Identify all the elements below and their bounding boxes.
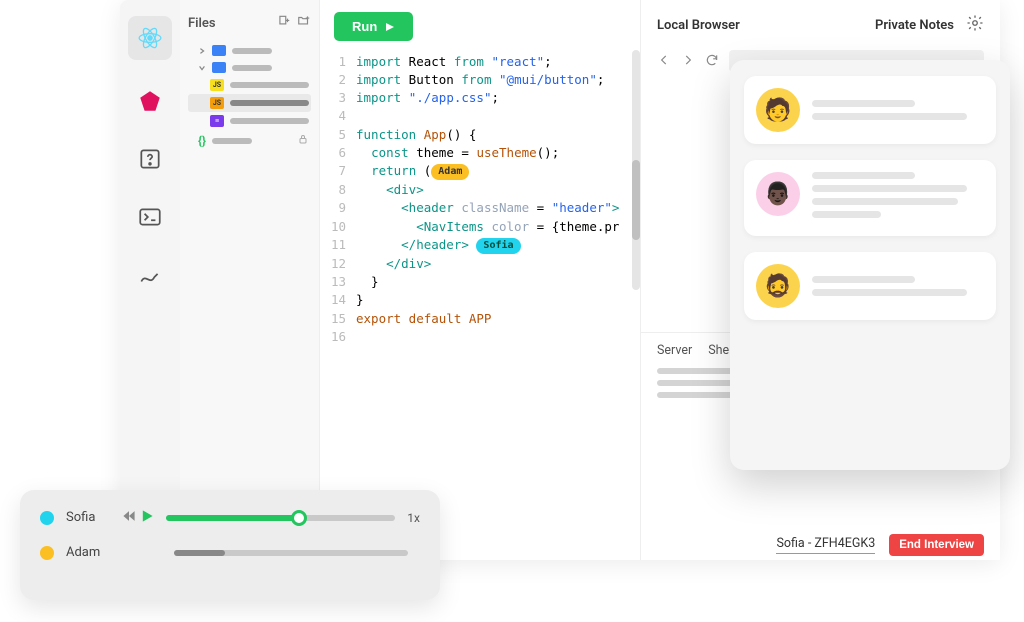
file-js-active[interactable]: JS: [188, 94, 311, 112]
code-editor[interactable]: Run 1import React from "react";2import B…: [320, 0, 640, 560]
playback-row-sofia: Sofia 1x: [40, 508, 420, 527]
line-number: 13: [320, 273, 356, 291]
line-number: 7: [320, 162, 356, 182]
cursor-badge-sofia: Sofia: [476, 238, 520, 255]
cursor-badge-adam: Adam: [431, 164, 469, 181]
code-line[interactable]: 16: [320, 328, 640, 346]
line-number: 3: [320, 89, 356, 107]
line-number: 15: [320, 310, 356, 328]
folder-icon: [212, 45, 226, 56]
code-line[interactable]: 14}: [320, 291, 640, 309]
file-js[interactable]: JS: [188, 76, 311, 94]
playback-slider[interactable]: [166, 515, 395, 521]
code-line[interactable]: 9 <header className = "header">: [320, 199, 640, 217]
code-line[interactable]: 3import "./app.css";: [320, 89, 640, 107]
files-title: Files: [188, 16, 216, 31]
run-button[interactable]: Run: [334, 12, 413, 41]
user-dot-adam: [40, 546, 54, 560]
new-file-icon[interactable]: [277, 14, 291, 32]
code-line[interactable]: 12 </div>: [320, 255, 640, 273]
user-dot-sofia: [40, 511, 54, 525]
code-line[interactable]: 11 </header> Sofia: [320, 236, 640, 256]
avatar: 🧑: [756, 88, 800, 132]
json-icon: {}: [198, 134, 206, 148]
private-notes-tab[interactable]: Private Notes: [875, 18, 954, 33]
note-card[interactable]: 🧑: [744, 76, 996, 144]
note-card[interactable]: 🧔: [744, 252, 996, 320]
lock-icon: [297, 133, 309, 148]
playback-speed[interactable]: 1x: [407, 511, 420, 525]
code-line[interactable]: 6 const theme = useTheme();: [320, 144, 640, 162]
tab-shell[interactable]: She: [708, 343, 729, 358]
code-line[interactable]: 5function App() {: [320, 126, 640, 144]
playback-row-adam: Adam: [40, 545, 420, 560]
nav-back-icon[interactable]: [657, 52, 671, 71]
line-number: 5: [320, 126, 356, 144]
tab-server[interactable]: Server: [657, 343, 692, 358]
private-notes-overlay: 🧑 👨🏿 🧔: [730, 60, 1010, 470]
line-number: 11: [320, 236, 356, 256]
folder-collapsed[interactable]: [188, 42, 311, 59]
code-line[interactable]: 8 <div>: [320, 181, 640, 199]
playback-slider[interactable]: [174, 550, 408, 556]
rewind-icon[interactable]: [122, 508, 136, 527]
avatar: 👨🏿: [756, 172, 800, 216]
code-line[interactable]: 15export default APP: [320, 310, 640, 328]
line-number: 1: [320, 53, 356, 71]
footer: Sofia - ZFH4EGK3 End Interview: [640, 530, 1000, 560]
css-icon: ≡: [210, 115, 224, 127]
note-card[interactable]: 👨🏿: [744, 160, 996, 236]
editor-scrollbar[interactable]: [632, 50, 640, 290]
end-interview-button[interactable]: End Interview: [889, 534, 984, 556]
terminal-icon[interactable]: [137, 204, 163, 234]
new-folder-icon[interactable]: [297, 14, 311, 32]
line-number: 10: [320, 218, 356, 236]
code-line[interactable]: 4: [320, 107, 640, 125]
session-id: Sofia - ZFH4EGK3: [776, 536, 875, 554]
ruby-icon[interactable]: [137, 88, 163, 118]
code-line[interactable]: 1import React from "react";: [320, 53, 640, 71]
line-number: 4: [320, 107, 356, 125]
file-json[interactable]: {}: [188, 130, 311, 151]
help-icon[interactable]: [137, 146, 163, 176]
react-icon[interactable]: [128, 16, 172, 60]
playback-panel: Sofia 1x Adam: [20, 490, 440, 600]
line-number: 12: [320, 255, 356, 273]
play-icon[interactable]: [140, 508, 154, 527]
js-icon: JS: [210, 97, 224, 109]
play-icon: [385, 22, 395, 32]
code-line[interactable]: 10 <NavItems color = {theme.pr: [320, 218, 640, 236]
line-number: 6: [320, 144, 356, 162]
code-line[interactable]: 13 }: [320, 273, 640, 291]
line-number: 8: [320, 181, 356, 199]
line-number: 16: [320, 328, 356, 346]
folder-icon: [212, 62, 226, 73]
files-panel: Files JS JS ≡ {}: [180, 0, 320, 560]
folder-expanded[interactable]: [188, 59, 311, 76]
nav-reload-icon[interactable]: [705, 52, 719, 71]
tech-iconbar: [120, 0, 180, 560]
line-number: 9: [320, 199, 356, 217]
avatar: 🧔: [756, 264, 800, 308]
line-number: 2: [320, 71, 356, 89]
code-line[interactable]: 2import Button from "@mui/button";: [320, 71, 640, 89]
nav-forward-icon[interactable]: [681, 52, 695, 71]
file-css[interactable]: ≡: [188, 112, 311, 130]
js-icon: JS: [210, 79, 224, 91]
line-number: 14: [320, 291, 356, 309]
gear-icon[interactable]: [966, 14, 984, 36]
code-line[interactable]: 7 return (Adam: [320, 162, 640, 182]
draw-icon[interactable]: [137, 262, 163, 292]
local-browser-tab[interactable]: Local Browser: [657, 18, 740, 33]
